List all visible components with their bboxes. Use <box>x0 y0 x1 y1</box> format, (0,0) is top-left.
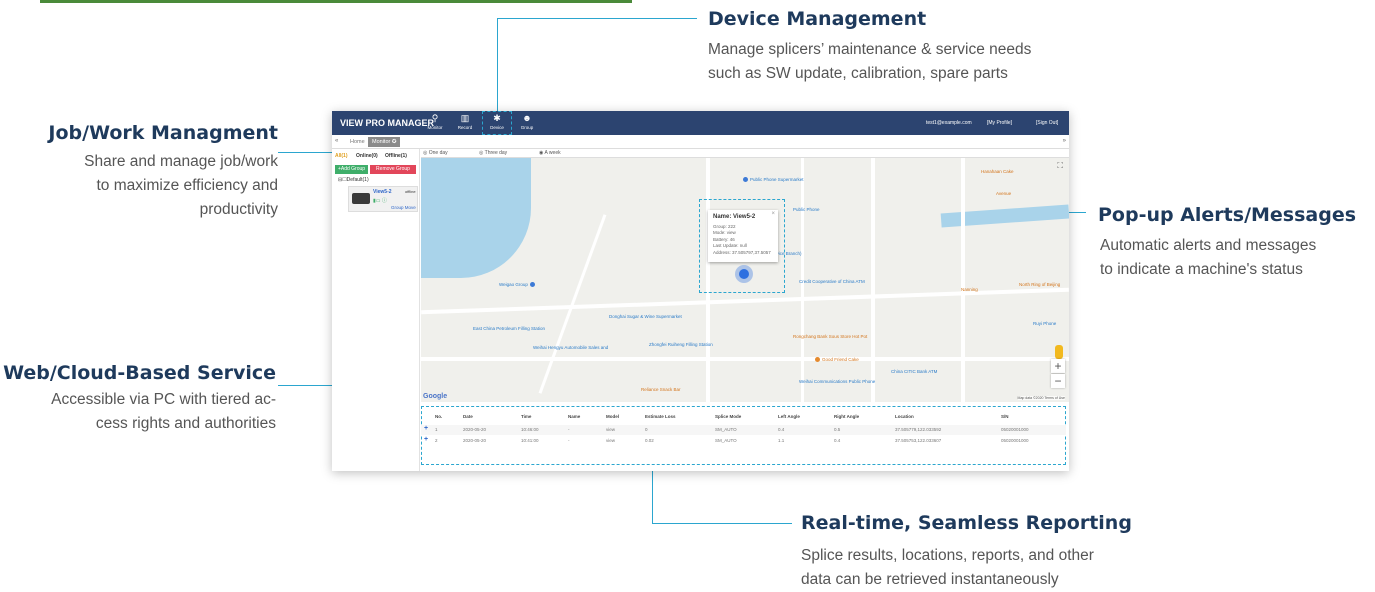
group-move-link[interactable]: Group Move <box>391 205 416 210</box>
expand-icon[interactable]: + <box>424 436 428 443</box>
callout-device-title: Device Management <box>708 8 927 30</box>
add-group-button[interactable]: +Add Group <box>335 165 368 174</box>
map-label: Good Friend Cake <box>815 357 859 363</box>
connector-device-v <box>497 18 498 113</box>
map-footer: Map data ©2020 Terms of Use <box>1017 396 1065 400</box>
nav-device[interactable]: ✱ Device <box>482 111 512 135</box>
nav-record[interactable]: ▥ Record <box>452 113 478 133</box>
tabs-forward-icon[interactable]: » <box>1063 138 1066 144</box>
map-view[interactable]: ◎ One day ◎ Three day ◉ A week Public Ph… <box>421 149 1069 402</box>
map-label: Credit Cooperative of China ATM <box>799 279 865 284</box>
map-label: Donghai Sugar & Wine Supermarket <box>609 314 682 319</box>
my-profile-link[interactable]: [My Profile] <box>987 120 1012 126</box>
callout-popup-title: Pop-up Alerts/Messages <box>1098 204 1357 226</box>
alert-popup[interactable]: × Name: View5-2 Group: 222 Mode: view Ba… <box>708 210 778 262</box>
callout-job-text: Share and manage job/work to maximize eff… <box>84 153 278 218</box>
callout-web-title: Web/Cloud-Based Service <box>3 362 276 384</box>
popup-device-name: Name: View5-2 <box>713 214 756 220</box>
top-accent-bar <box>40 0 632 3</box>
nav-monitor[interactable]: ⚲ Monitor <box>422 113 448 133</box>
table-row[interactable]: + 2 2020-05-20 10:41:00 - view 0.02 SM_A… <box>421 436 1066 446</box>
map-label: Reliance Snack Bar <box>641 387 681 392</box>
tab-bar: « Home Monitor ✪ » <box>332 135 1069 149</box>
callout-report-text: Splice results, locations, reports, and … <box>801 547 1094 588</box>
filter-online[interactable]: Online(0) <box>356 153 378 159</box>
map-label: China CITIC Bank ATM <box>891 369 938 374</box>
map-label: Weigao Group <box>499 282 537 288</box>
tab-home[interactable]: Home <box>346 137 369 147</box>
time-range-bar: ◎ One day ◎ Three day ◉ A week <box>421 149 1069 158</box>
map-label: Nanning <box>961 287 978 292</box>
map-label: North Ring of Beijing <box>1019 282 1061 287</box>
expand-icon[interactable]: + <box>424 425 428 432</box>
road <box>871 158 875 402</box>
user-add-icon: ☻ <box>522 113 532 123</box>
device-status: offline <box>405 189 416 194</box>
tabs-back-icon[interactable]: « <box>335 138 338 144</box>
callout-job-title: Job/Work Managment <box>48 122 278 144</box>
user-email: test1@example.com <box>926 120 972 126</box>
map-label: East China Petroleum Filling Station <box>473 326 546 331</box>
map-label: Weihai Communications Public Phone <box>799 379 876 384</box>
map-label: Ruyi Phone <box>1033 321 1057 326</box>
fullscreen-icon[interactable]: ⛶ <box>1057 161 1063 171</box>
map-label: Weihai Hengyu Automobile Sales and <box>533 345 609 350</box>
map-label: Zhongfei Ruiheng Filling Station <box>649 342 713 347</box>
map-label: Hanahaan Cake <box>981 169 1014 174</box>
collapse-icon: ⊟☐ <box>338 177 347 183</box>
water-area <box>421 158 531 278</box>
river <box>940 204 1069 228</box>
zoom-out-button[interactable]: − <box>1051 374 1065 388</box>
remove-group-button[interactable]: Remove Group <box>370 165 416 174</box>
connector-device-h <box>497 18 697 19</box>
map-label: Public Phone Supermarket <box>743 177 804 183</box>
road <box>421 357 1069 361</box>
map-label: Public Phone <box>793 207 820 212</box>
battery-icon: ▮▭ ⓘ <box>373 198 387 204</box>
map-label: Rongchang Bank Sous Store Hot Pot <box>793 334 868 339</box>
close-icon[interactable]: × <box>771 211 775 218</box>
splicer-device-icon <box>352 193 370 204</box>
tree-group-default[interactable]: ⊟☐Default(1) <box>338 177 369 183</box>
zoom-in-button[interactable]: + <box>1051 359 1065 373</box>
map-label: Avenue <box>996 191 1012 196</box>
sign-out-link[interactable]: [Sign Out] <box>1036 120 1058 126</box>
map-pin-icon: ⚲ <box>431 113 439 123</box>
table-row[interactable]: + 1 2020-05-20 10:46:00 - view 0 SM_AUTO… <box>421 425 1066 435</box>
app-window: VIEW PRO MANAGER ⚲ Monitor ▥ Record ✱ De… <box>332 111 1069 471</box>
street-view-icon[interactable] <box>1055 345 1063 359</box>
connector-report-h <box>652 523 792 524</box>
callout-device-text: Manage splicers’ maintenance & service n… <box>708 41 1032 82</box>
road <box>961 158 965 402</box>
tab-monitor[interactable]: Monitor ✪ <box>368 137 401 147</box>
filter-offline[interactable]: Offline(1) <box>385 153 407 159</box>
device-card[interactable]: View5-2 offline ▮▭ ⓘ Group Move <box>348 186 418 212</box>
device-location-marker[interactable] <box>739 269 749 279</box>
filter-all[interactable]: All(1) <box>335 153 348 159</box>
range-a-week[interactable]: ◉ A week <box>539 150 561 156</box>
app-title: VIEW PRO MANAGER <box>340 118 435 128</box>
map-icon: ▥ <box>460 113 470 123</box>
table-header: No. Date Time Name Model Estimate Loss S… <box>435 414 1009 419</box>
nav-group[interactable]: ☻ Group <box>514 113 540 133</box>
callout-report-title: Real-time, Seamless Reporting <box>801 512 1132 534</box>
popup-line: Address: 37.505797,37.5057 <box>713 249 771 255</box>
report-table: No. Date Time Name Model Estimate Loss S… <box>421 402 1069 471</box>
gear-icon: ✱ <box>493 113 501 123</box>
range-three-day[interactable]: ◎ Three day <box>479 150 507 156</box>
range-one-day[interactable]: ◎ One day <box>423 150 448 156</box>
sidebar: All(1) Online(0) Offline(1) +Add Group R… <box>332 149 420 471</box>
callout-popup-text: Automatic alerts and messages to indicate… <box>1100 237 1317 278</box>
google-logo: Google <box>423 393 448 400</box>
connector-report-v <box>652 465 653 523</box>
device-name: View5-2 <box>373 189 392 195</box>
callout-web-text: Accessible via PC with tiered ac-cess ri… <box>51 391 276 432</box>
app-header: VIEW PRO MANAGER ⚲ Monitor ▥ Record ✱ De… <box>332 111 1069 135</box>
